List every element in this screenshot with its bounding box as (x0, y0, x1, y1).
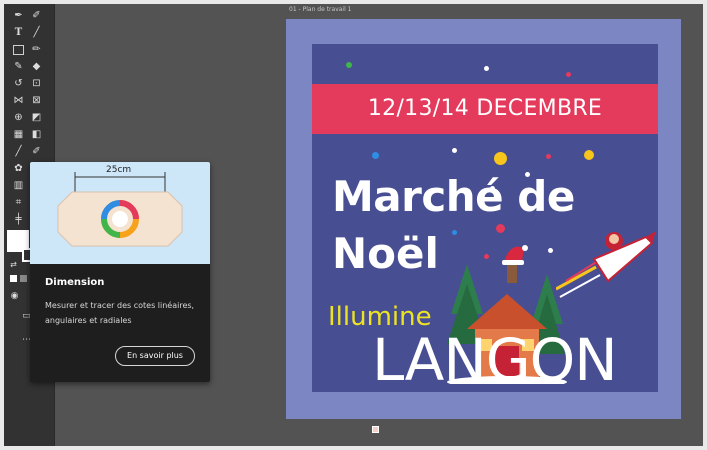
santa-rocket-illustration (556, 231, 656, 298)
rectangle-icon[interactable] (13, 45, 24, 55)
confetti-dot (484, 66, 489, 71)
confetti-dot (372, 152, 379, 159)
confetti-dot (346, 62, 352, 68)
rotate-icon[interactable]: ↺ (12, 78, 25, 90)
width-icon[interactable]: ⋈ (12, 95, 25, 107)
date-banner: 12/13/14 DECEMBRE (312, 84, 658, 134)
confetti-dot (546, 154, 551, 159)
dimension-illustration (57, 172, 183, 247)
blend-icon[interactable]: ✐ (30, 146, 43, 158)
confetti-dot (494, 152, 507, 165)
poster-city: LANGON (372, 326, 618, 392)
mesh-icon[interactable]: ▦ (12, 129, 25, 141)
tooltip-title: Dimension (45, 277, 105, 288)
poster[interactable]: 12/13/14 DECEMBRE Marché de Noël Illumin… (312, 44, 658, 392)
shape-builder-icon[interactable]: ⊕ (12, 112, 25, 124)
artboard-anchor-point[interactable] (372, 426, 379, 433)
learn-more-button[interactable]: En savoir plus (115, 346, 195, 366)
column-graph-icon[interactable]: ▥ (12, 180, 25, 192)
draw-mode-icon[interactable]: ◉ (8, 290, 21, 302)
scale-icon[interactable]: ⊡ (30, 78, 43, 90)
dimension-tool-tooltip: 25cm Dimension Mesurer et tracer des cot… (30, 162, 210, 382)
perspective-icon[interactable]: ◩ (30, 112, 43, 124)
gradient-icon[interactable]: ◧ (30, 129, 43, 141)
color-mode-icon[interactable] (10, 275, 17, 282)
curvature-icon[interactable]: ✐ (30, 10, 43, 22)
confetti-dot (584, 150, 594, 160)
dimension-measure-label: 25cm (106, 165, 132, 175)
pen-icon[interactable]: ✒ (12, 10, 25, 22)
slice-icon[interactable]: ╪ (12, 214, 25, 226)
confetti-dot (452, 230, 457, 235)
eyedropper-icon[interactable]: ╱ (12, 146, 25, 158)
eraser-icon[interactable]: ◆ (30, 61, 43, 73)
canvas-area[interactable]: ✒ ✐ T ╱ ✏ ✎ ◆ ↺ ⊡ ⋈ ⊠ ⊕ ◩ ▦ ◧ ╱ ✐ ✿ ▥ ⌗ … (4, 4, 703, 446)
symbol-sprayer-icon[interactable]: ✿ (12, 163, 25, 175)
poster-title-line1: Marché de (332, 172, 575, 221)
free-transform-icon[interactable]: ⊠ (30, 95, 43, 107)
artboard-label: 01 - Plan de travail 1 (289, 6, 352, 13)
line-icon[interactable]: ╱ (30, 27, 43, 39)
artboard-icon[interactable]: ⌗ (12, 197, 25, 209)
paintbrush-icon[interactable]: ✏ (30, 44, 43, 56)
shaper-icon[interactable]: ✎ (12, 61, 25, 73)
confetti-dot (548, 248, 553, 253)
confetti-dot (566, 72, 571, 77)
confetti-dot (496, 224, 505, 233)
tooltip-description: Mesurer et tracer des cotes linéaires, a… (45, 301, 195, 325)
gradient-mode-icon[interactable] (20, 275, 27, 282)
type-icon[interactable]: T (12, 27, 25, 39)
confetti-dot (452, 148, 457, 153)
poster-title-line2: Noël (332, 229, 439, 278)
swap-colors-icon[interactable]: ⇄ (7, 259, 20, 271)
tooltip-illustration: 25cm (30, 162, 210, 264)
